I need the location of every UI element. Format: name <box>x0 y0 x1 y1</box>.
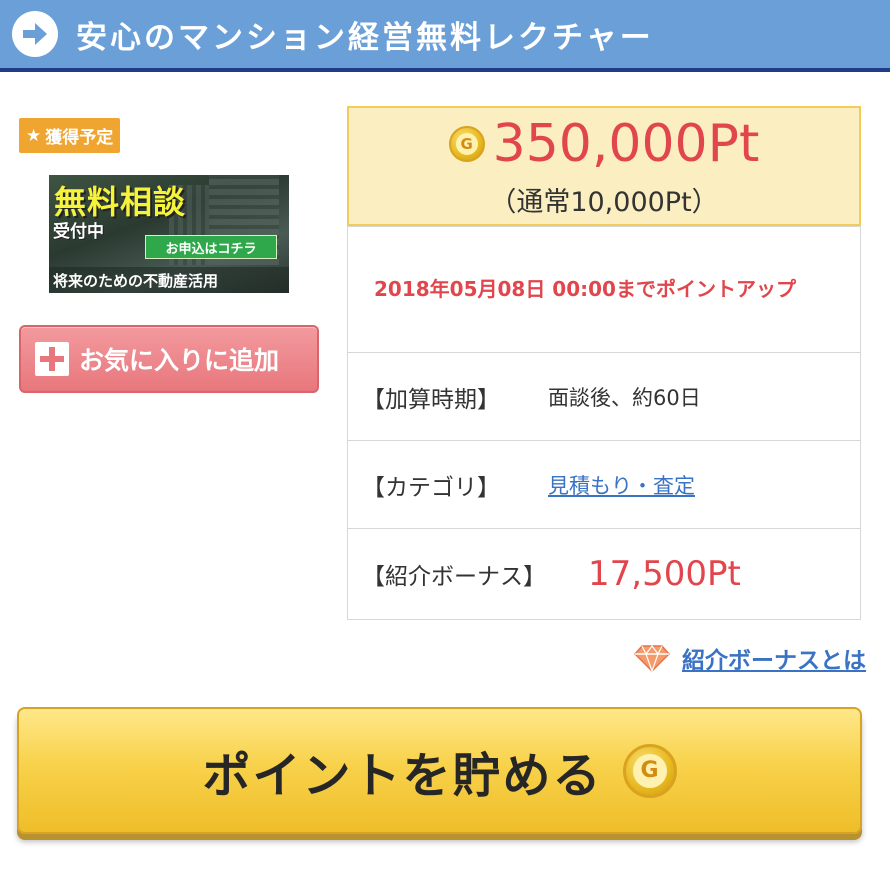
coin-letter: G <box>632 753 667 788</box>
deadline-row: 2018年05月08日 00:00までポイントアップ <box>348 226 860 352</box>
plus-icon <box>35 342 69 376</box>
bonus-row: 【紹介ボーナス】 17,500Pt <box>348 528 860 619</box>
category-link[interactable]: 見積もり・査定 <box>548 470 695 500</box>
category-label: 【カテゴリ】 <box>362 474 500 501</box>
points-value: 350,000Pt <box>492 114 760 174</box>
earn-points-button[interactable]: ポイントを貯める G <box>17 707 862 834</box>
deadline-text: 2018年05月08日 00:00までポイントアップ <box>374 277 796 301</box>
period-value: 面談後、約60日 <box>548 385 701 410</box>
bonus-info-link[interactable]: 紹介ボーナスとは <box>682 641 866 675</box>
page-title: 安心のマンション経営無料レクチャー <box>76 19 654 56</box>
acquisition-badge: ★ 獲得予定 <box>19 118 121 153</box>
add-to-favorites-button[interactable]: お気に入りに追加 <box>19 325 319 393</box>
offer-details-table: 2018年05月08日 00:00までポイントアップ 【加算時期】 面談後、約6… <box>347 226 861 620</box>
banner-footer-text: 将来のための不動産活用 <box>49 267 289 293</box>
arrow-right-circle-icon <box>12 11 58 57</box>
bonus-label: 【紹介ボーナス】 <box>362 564 546 590</box>
bonus-value: 17,500Pt <box>588 554 741 594</box>
page-header: 安心のマンション経営無料レクチャー <box>0 0 890 72</box>
bonus-info-link-wrap: 紹介ボーナスとは <box>634 641 866 675</box>
points-normal: （通常10,000Pt） <box>489 187 719 218</box>
badge-label: 獲得予定 <box>45 128 114 148</box>
coin-letter: G <box>455 133 478 155</box>
period-label: 【加算時期】 <box>362 386 500 413</box>
offer-banner[interactable]: 無料相談 受付中 お申込はコチラ 将来のための不動産活用 <box>49 175 289 293</box>
diamond-icon <box>634 645 670 672</box>
star-icon: ★ <box>26 125 42 146</box>
coin-icon: G <box>622 743 677 798</box>
points-box: G 350,000Pt （通常10,000Pt） <box>347 106 861 226</box>
period-row: 【加算時期】 面談後、約60日 <box>348 352 860 440</box>
category-row: 【カテゴリ】 見積もり・査定 <box>348 440 860 528</box>
points-main: G 350,000Pt <box>349 118 859 170</box>
banner-sub-text: 受付中 <box>53 222 104 242</box>
add-to-favorites-label: お気に入りに追加 <box>79 346 280 375</box>
banner-apply-button: お申込はコチラ <box>145 235 277 259</box>
earn-points-label: ポイントを貯める <box>202 747 603 804</box>
coin-icon: G <box>448 126 485 162</box>
